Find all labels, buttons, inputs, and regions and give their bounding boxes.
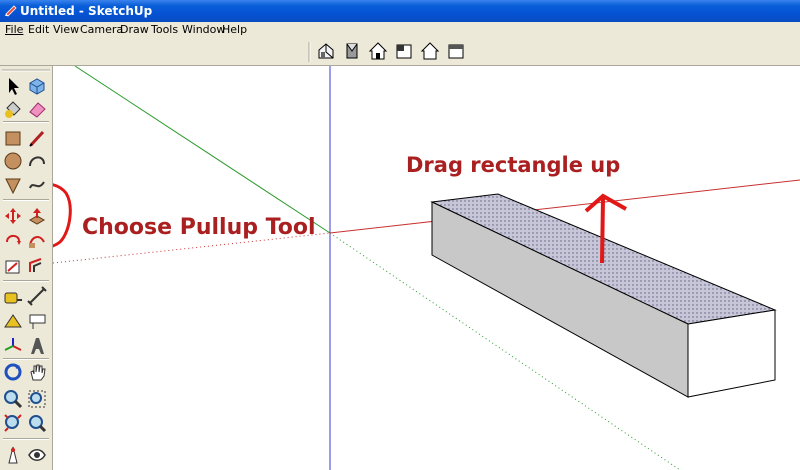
toolbar-separator bbox=[3, 358, 49, 360]
axes-tool-icon[interactable] bbox=[2, 335, 24, 357]
look-around-tool-icon[interactable] bbox=[26, 444, 48, 466]
component-tool-icon[interactable] bbox=[26, 75, 48, 97]
toolbar-grip[interactable] bbox=[2, 68, 50, 74]
menu-edit[interactable]: Edit bbox=[28, 22, 49, 38]
tape-measure-tool-icon[interactable] bbox=[2, 285, 24, 307]
protractor-tool-icon[interactable] bbox=[2, 310, 24, 332]
pushpull-tool-icon[interactable] bbox=[26, 205, 48, 227]
circle-tool-icon[interactable] bbox=[2, 150, 24, 172]
right-view-icon[interactable] bbox=[393, 40, 415, 62]
zoom-window-tool-icon[interactable] bbox=[26, 388, 48, 410]
menu-tools[interactable]: Tools bbox=[151, 22, 178, 38]
title-bar: Untitled - SketchUp bbox=[0, 0, 800, 22]
toolbar-separator bbox=[3, 280, 49, 282]
menu-window[interactable]: Window bbox=[182, 22, 225, 38]
window-title: Untitled - SketchUp bbox=[20, 4, 153, 18]
left-view-icon[interactable] bbox=[445, 40, 467, 62]
select-tool-icon[interactable] bbox=[2, 75, 24, 97]
toolbar-separator bbox=[3, 438, 49, 440]
polygon-tool-icon[interactable] bbox=[2, 174, 24, 196]
pan-tool-icon[interactable] bbox=[26, 361, 48, 383]
dimension-tool-icon[interactable] bbox=[26, 285, 48, 307]
freehand-tool-icon[interactable] bbox=[26, 174, 48, 196]
menu-bar: File Edit View Camera Draw Tools Window … bbox=[0, 22, 800, 39]
position-camera-tool-icon[interactable] bbox=[2, 444, 24, 466]
annotation-circle bbox=[53, 183, 72, 248]
3d-text-tool-icon[interactable] bbox=[26, 335, 48, 357]
zoom-tool-icon[interactable] bbox=[2, 388, 24, 410]
eraser-tool-icon[interactable] bbox=[26, 98, 48, 120]
toolbar-grip[interactable] bbox=[307, 42, 313, 62]
top-view-icon[interactable] bbox=[341, 40, 363, 62]
drag-rectangle-callout: Drag rectangle up bbox=[406, 153, 620, 177]
menu-draw[interactable]: Draw bbox=[120, 22, 149, 38]
paint-bucket-tool-icon[interactable] bbox=[2, 98, 24, 120]
iso-view-icon[interactable] bbox=[315, 40, 337, 62]
sketchup-app-icon[interactable] bbox=[4, 3, 18, 17]
line-tool-icon[interactable] bbox=[26, 127, 48, 149]
scale-tool-icon[interactable] bbox=[2, 255, 24, 277]
box-end-face[interactable] bbox=[687, 309, 776, 398]
front-view-icon[interactable] bbox=[367, 40, 389, 62]
back-view-icon[interactable] bbox=[419, 40, 441, 62]
model-viewport[interactable]: Choose Pullup Tool Drag rectangle up bbox=[53, 66, 800, 470]
zoom-extents-tool-icon[interactable] bbox=[2, 412, 24, 434]
offset-tool-icon[interactable] bbox=[26, 255, 48, 277]
rotate-tool-icon[interactable] bbox=[2, 228, 24, 250]
green-axis bbox=[74, 66, 331, 234]
views-toolbar bbox=[0, 38, 800, 66]
rectangle-tool-icon[interactable] bbox=[2, 127, 24, 149]
text-tool-icon[interactable] bbox=[26, 310, 48, 332]
menu-camera[interactable]: Camera bbox=[80, 22, 123, 38]
pullup-tool-callout: Choose Pullup Tool bbox=[82, 215, 316, 240]
previous-view-icon[interactable] bbox=[26, 412, 48, 434]
menu-view[interactable]: View bbox=[53, 22, 79, 38]
toolbar-separator bbox=[3, 121, 49, 123]
arc-tool-icon[interactable] bbox=[26, 150, 48, 172]
follow-me-tool-icon[interactable] bbox=[26, 228, 48, 250]
menu-help[interactable]: Help bbox=[222, 22, 247, 38]
move-tool-icon[interactable] bbox=[2, 205, 24, 227]
toolbar-separator bbox=[3, 199, 49, 201]
main-toolbar bbox=[0, 66, 53, 470]
orbit-tool-icon[interactable] bbox=[2, 361, 24, 383]
menu-file[interactable]: File bbox=[5, 22, 23, 38]
